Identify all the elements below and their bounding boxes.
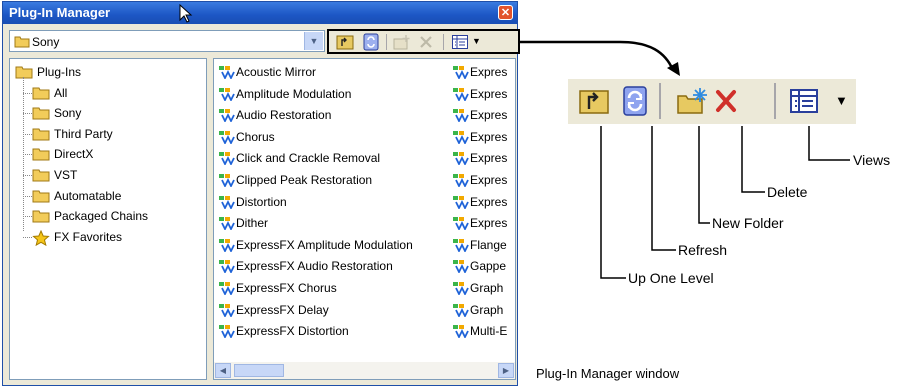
callout-lines (600, 126, 850, 279)
delete-callout: Delete (767, 184, 808, 200)
refresh-callout: Refresh (678, 242, 728, 258)
new-folder-callout: New Folder (712, 215, 784, 231)
views-callout: Views (853, 152, 891, 168)
up-one-level-callout: Up One Level (628, 270, 714, 286)
figure-caption: Plug-In Manager window (536, 366, 680, 381)
